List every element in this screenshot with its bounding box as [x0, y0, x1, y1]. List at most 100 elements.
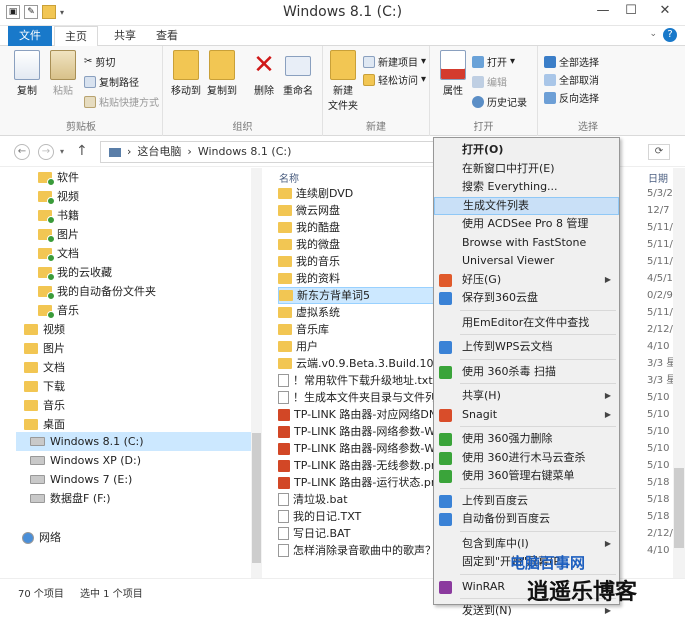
- nav-item-9[interactable]: 图片: [24, 339, 65, 358]
- menu-item-3[interactable]: 生成文件列表: [434, 196, 619, 215]
- tab-home[interactable]: 主页: [54, 26, 98, 47]
- nav-scrollbar-thumb[interactable]: [252, 433, 261, 563]
- sync-check-icon: [47, 235, 55, 243]
- nav-item-7[interactable]: 音乐: [38, 301, 79, 320]
- nav-item-14[interactable]: Windows 8.1 (C:): [16, 432, 252, 451]
- menu-app-icon: [439, 433, 452, 446]
- paste-button[interactable]: 粘贴: [46, 50, 80, 97]
- menu-item-17[interactable]: Snagit ▶: [434, 406, 619, 424]
- nav-item-label: Windows XP (D:): [50, 454, 142, 467]
- menu-item-4[interactable]: 使用 ACDSee Pro 8 管理: [434, 215, 619, 233]
- delete-button[interactable]: ✕ 删除: [247, 50, 281, 97]
- nav-item-2[interactable]: 书籍: [38, 206, 79, 225]
- refresh-button[interactable]: ⟳: [648, 144, 670, 160]
- nav-item-16[interactable]: Windows 7 (E:): [30, 470, 132, 489]
- breadcrumb-drive[interactable]: Windows 8.1 (C:): [198, 145, 292, 158]
- nav-item-11[interactable]: 下载: [24, 377, 65, 396]
- menu-item-24[interactable]: 自动备份到百度云: [434, 510, 619, 528]
- menu-app-icon: [439, 273, 452, 287]
- menu-item-8[interactable]: 保存到360云盘: [434, 289, 619, 307]
- nav-item-5[interactable]: 我的云收藏: [38, 263, 112, 282]
- menu-item-1[interactable]: 在新窗口中打开(E): [434, 160, 619, 178]
- file-scrollbar[interactable]: [673, 168, 685, 578]
- easy-access-button[interactable]: 轻松访问 ▾: [363, 72, 426, 87]
- back-button[interactable]: ←: [14, 144, 30, 160]
- ribbon-expand-icon[interactable]: ⌄: [649, 29, 657, 39]
- file-name: 我的酷盘: [296, 221, 340, 234]
- new-folder-button[interactable]: 新建 文件夹: [326, 50, 360, 112]
- new-group: 新建 文件夹 新建项目 ▾ 轻松访问 ▾ 新建: [323, 46, 430, 136]
- nav-item-15[interactable]: Windows XP (D:): [30, 451, 141, 470]
- close-button[interactable]: ✕: [645, 0, 685, 22]
- menu-app-icon: [439, 408, 452, 422]
- paste-shortcut-button[interactable]: 粘贴快捷方式: [84, 94, 159, 109]
- invert-selection-button[interactable]: 反向选择: [544, 90, 599, 105]
- menu-item-12[interactable]: 上传到WPS云文档: [434, 338, 619, 356]
- maximize-button[interactable]: ☐: [617, 0, 645, 22]
- address-field[interactable]: › 这台电脑 › Windows 8.1 (C:): [100, 141, 435, 163]
- menu-item-26[interactable]: 包含到库中(I) ▶: [434, 535, 619, 553]
- select-none-button[interactable]: 全部取消: [544, 72, 599, 87]
- menu-app-icon: [439, 470, 452, 483]
- nav-item-12[interactable]: 音乐: [24, 396, 65, 415]
- nav-item-18[interactable]: 网络: [22, 528, 61, 547]
- history-icon: [472, 95, 484, 108]
- menu-item-0[interactable]: 打开(O): [434, 141, 619, 159]
- properties-button[interactable]: 属性: [436, 50, 470, 97]
- nav-item-3[interactable]: 图片: [38, 225, 79, 244]
- nav-item-label: 书籍: [57, 209, 79, 222]
- nav-item-8[interactable]: 视频: [24, 320, 65, 339]
- menu-item-label: 使用 360管理右键菜单: [462, 469, 575, 482]
- breadcrumb-sep[interactable]: ›: [127, 145, 131, 158]
- menu-item-10[interactable]: 用EmEditor在文件中查找: [434, 314, 619, 332]
- menu-item-23[interactable]: 上传到百度云: [434, 492, 619, 510]
- recent-locations-icon[interactable]: ▾: [60, 147, 64, 156]
- nav-item-4[interactable]: 文档: [38, 244, 79, 263]
- menu-item-6[interactable]: Universal Viewer: [434, 252, 619, 270]
- select-group: 全部选择 全部取消 反向选择 选择: [538, 46, 638, 136]
- menu-item-16[interactable]: 共享(H) ▶: [434, 387, 619, 405]
- tab-file[interactable]: 文件: [8, 26, 52, 46]
- column-header-name[interactable]: 名称: [279, 170, 299, 185]
- nav-scrollbar[interactable]: [251, 168, 262, 578]
- help-icon[interactable]: ?: [663, 28, 677, 42]
- nav-item-0[interactable]: 软件: [38, 168, 79, 187]
- menu-item-7[interactable]: 好压(G) ▶: [434, 271, 619, 289]
- column-header-date[interactable]: 日期: [648, 170, 668, 185]
- nav-item-1[interactable]: 视频: [38, 187, 79, 206]
- new-item-button[interactable]: 新建项目 ▾: [363, 54, 426, 69]
- menu-item-21[interactable]: 使用 360管理右键菜单: [434, 467, 619, 485]
- menu-item-2[interactable]: 搜索 Everything...: [434, 178, 619, 196]
- menu-item-14[interactable]: 使用 360杀毒 扫描: [434, 363, 619, 381]
- select-all-button[interactable]: 全部选择: [544, 54, 599, 69]
- copy-to-button[interactable]: 复制到: [205, 50, 239, 97]
- open-button[interactable]: 打开 ▾: [472, 54, 515, 69]
- edit-button[interactable]: 编辑: [472, 74, 507, 89]
- file-row[interactable]: 新东方背单词5: [278, 287, 438, 304]
- rename-button[interactable]: 重命名: [281, 50, 315, 97]
- menu-app-icon: [439, 365, 452, 379]
- menu-item-19[interactable]: 使用 360强力删除: [434, 430, 619, 448]
- move-to-button[interactable]: 移动到: [169, 50, 203, 97]
- library-folder-icon: [24, 381, 38, 392]
- menu-item-20[interactable]: 使用 360进行木马云查杀: [434, 449, 619, 467]
- minimize-button[interactable]: —: [589, 0, 617, 22]
- file-scrollbar-thumb[interactable]: [674, 468, 684, 548]
- up-button[interactable]: ↑: [76, 143, 88, 159]
- organize-group: 移动到 复制到 ✕ 删除 重命名 组织: [163, 46, 323, 136]
- breadcrumb-this-pc[interactable]: 这台电脑: [137, 145, 181, 158]
- nav-item-6[interactable]: 我的自动备份文件夹: [38, 282, 156, 301]
- tab-view[interactable]: 查看: [146, 26, 188, 46]
- tab-share[interactable]: 共享: [104, 26, 146, 46]
- nav-item-10[interactable]: 文档: [24, 358, 65, 377]
- copy-button[interactable]: 复制: [10, 50, 44, 97]
- forward-button[interactable]: →: [38, 144, 54, 160]
- menu-item-5[interactable]: Browse with FastStone: [434, 234, 619, 252]
- nav-item-17[interactable]: 数据盘F (F:): [30, 489, 111, 508]
- image-file-icon: [278, 425, 290, 438]
- folder-icon: [278, 256, 292, 267]
- breadcrumb-sep[interactable]: ›: [187, 145, 191, 158]
- history-button[interactable]: 历史记录: [472, 94, 527, 109]
- copy-path-button[interactable]: 复制路径: [84, 74, 139, 89]
- cut-button[interactable]: ✂ 剪切: [84, 54, 115, 69]
